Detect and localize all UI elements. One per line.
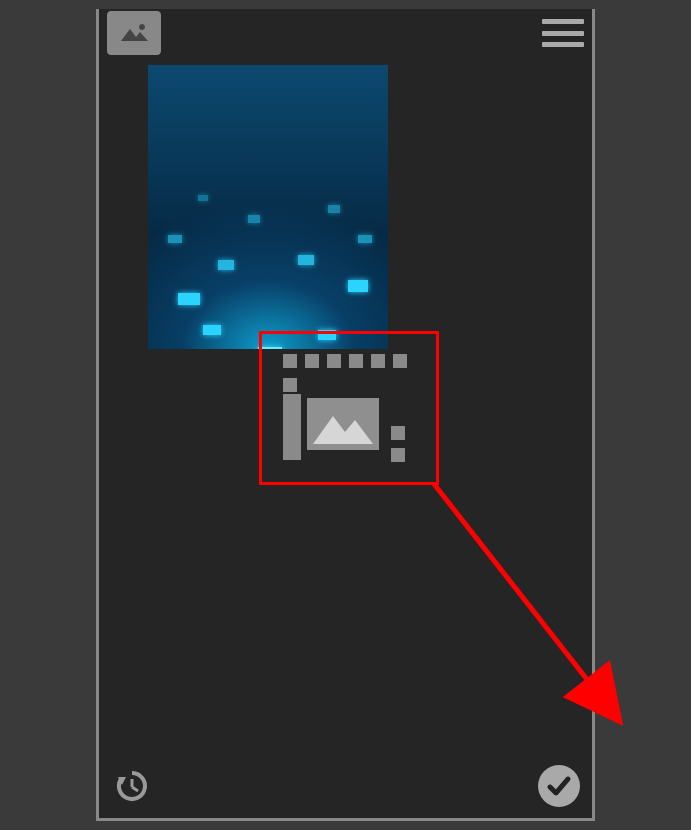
app-window <box>96 9 595 821</box>
hamburger-icon[interactable] <box>542 19 584 47</box>
image-thumbnail[interactable] <box>148 65 388 349</box>
checkmark-icon <box>545 772 573 800</box>
history-icon <box>113 767 151 805</box>
top-bar <box>99 9 592 57</box>
annotation-arrow <box>429 479 629 739</box>
history-button[interactable] <box>111 765 153 807</box>
bottom-bar <box>99 754 592 818</box>
image-icon[interactable] <box>107 11 161 55</box>
large-photo-select-icon[interactable] <box>283 354 415 462</box>
confirm-button[interactable] <box>538 765 580 807</box>
annotation-highlight <box>259 331 439 485</box>
